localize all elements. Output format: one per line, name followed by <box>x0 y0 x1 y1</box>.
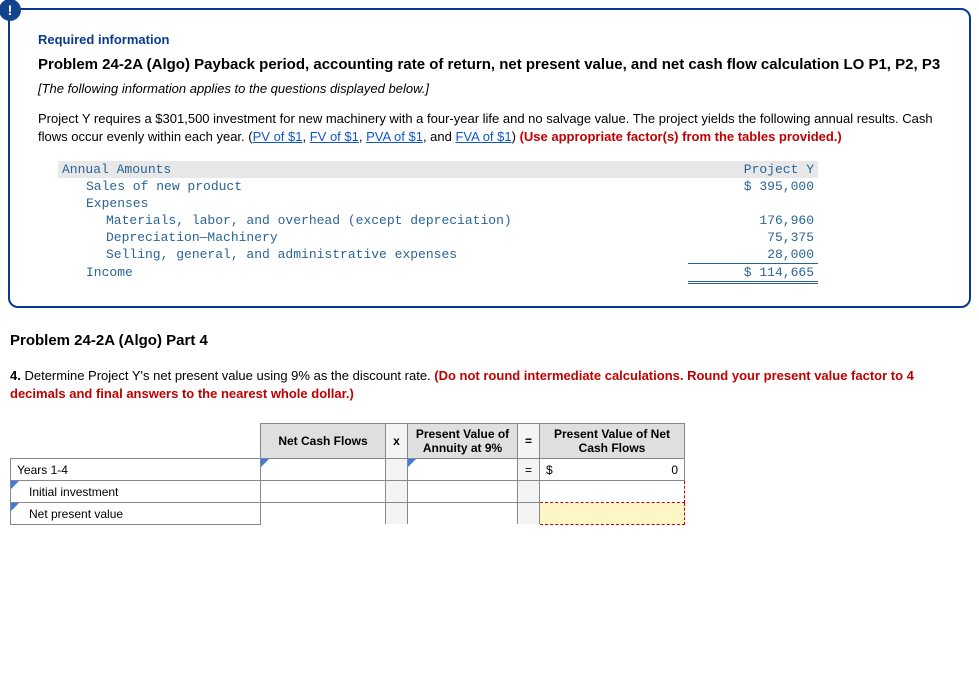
input-ncf-years[interactable] <box>261 459 386 481</box>
input-pva-years[interactable] <box>408 459 518 481</box>
required-info-label: Required information <box>38 32 941 47</box>
applies-note: [The following information applies to th… <box>38 81 941 96</box>
table-row: Initial investment <box>11 481 685 503</box>
required-info-panel: ! Required information Problem 24-2A (Al… <box>8 8 971 308</box>
alert-icon: ! <box>0 0 21 21</box>
part4-title: Problem 24-2A (Algo) Part 4 <box>10 332 979 349</box>
q-num: 4. <box>10 368 24 383</box>
link-pva[interactable]: PVA of $1 <box>366 129 423 144</box>
input-ncf-initial[interactable] <box>261 481 386 503</box>
output-npv <box>540 503 685 525</box>
row-years-label: Years 1-4 <box>11 459 261 481</box>
input-pvnet-initial[interactable] <box>540 481 685 503</box>
table-row: Net present value <box>11 503 685 525</box>
col-pva: Present Value of Annuity at 9% <box>408 424 518 459</box>
col-equals: = <box>518 424 540 459</box>
col-net-cash-flows: Net Cash Flows <box>261 424 386 459</box>
npv-table: Net Cash Flows x Present Value of Annuit… <box>10 423 685 525</box>
fin-mlo-label: Materials, labor, and overhead (except d… <box>58 212 688 229</box>
fin-sga-label: Selling, general, and administrative exp… <box>58 246 688 264</box>
fin-dep-label: Depreciation—Machinery <box>58 229 688 246</box>
fin-hdr-val: Project Y <box>688 161 818 178</box>
fin-sales-label: Sales of new product <box>58 178 688 195</box>
fin-mlo-val: 176,960 <box>688 212 818 229</box>
link-fva[interactable]: FVA of $1 <box>455 129 511 144</box>
fin-hdr-label: Annual Amounts <box>58 161 688 178</box>
use-factors-note: (Use appropriate factor(s) from the tabl… <box>520 129 842 144</box>
row-npv-label[interactable]: Net present value <box>11 503 261 525</box>
row-initial-label[interactable]: Initial investment <box>11 481 261 503</box>
annual-amounts-table: Annual Amounts Project Y Sales of new pr… <box>58 161 818 284</box>
problem-body: Project Y requires a $301,500 investment… <box>38 110 941 146</box>
question-4: 4. Determine Project Y's net present val… <box>10 367 969 403</box>
link-pv[interactable]: PV of $1 <box>253 129 303 144</box>
table-row: Years 1-4 = $0 <box>11 459 685 481</box>
fin-expenses-label: Expenses <box>58 195 688 212</box>
fin-income-val: $ 114,665 <box>688 264 818 284</box>
fin-sales-val: $ 395,000 <box>688 178 818 195</box>
fin-dep-val: 75,375 <box>688 229 818 246</box>
q-text: Determine Project Y's net present value … <box>24 368 434 383</box>
fin-sga-val: 28,000 <box>688 246 818 264</box>
fin-income-label: Income <box>58 264 688 284</box>
link-fv[interactable]: FV of $1 <box>310 129 359 144</box>
problem-title: Problem 24-2A (Algo) Payback period, acc… <box>38 55 941 75</box>
eq-years: = <box>518 459 540 481</box>
col-pv-net: Present Value of Net Cash Flows <box>540 424 685 459</box>
output-pvnet-years: $0 <box>540 459 685 481</box>
col-times: x <box>386 424 408 459</box>
